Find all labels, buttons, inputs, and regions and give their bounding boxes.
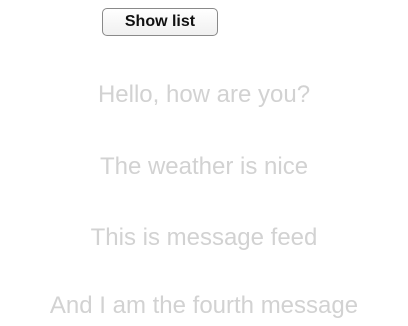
message-item: The weather is nice — [99, 153, 309, 180]
message-feed: Hello, how are you? The weather is nice … — [0, 0, 408, 326]
message-item: And I am the fourth message — [49, 292, 359, 319]
message-item: Hello, how are you? — [97, 81, 311, 108]
message-item: This is message feed — [90, 224, 318, 251]
show-list-button[interactable]: Show list — [102, 8, 218, 36]
page: Hello, how are you? The weather is nice … — [0, 0, 408, 326]
